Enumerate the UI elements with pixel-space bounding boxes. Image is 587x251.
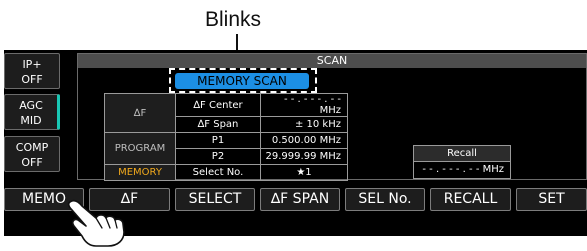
delta-f-span-value: ± 10 kHz [260,116,348,133]
agc-label: AGC [19,99,43,112]
p2-value: 29.999.99 MHz [260,148,348,165]
ip-plus-value: OFF [21,73,43,86]
blinks-caption: Blinks [204,8,262,31]
recall-display: Recall - - . - - - . - - MHz [413,145,511,179]
table-row: MEMORY Select No. ★1 [104,164,348,181]
recall-label: Recall [414,146,510,162]
delta-f-span-button[interactable]: ∆F SPAN [260,188,340,211]
recall-button[interactable]: RECALL [430,188,511,211]
memory-scan-indicator: MEMORY SCAN [175,73,309,89]
comp-label: COMP [15,141,49,154]
sel-no-button[interactable]: SEL No. [345,188,425,211]
recall-frequency: - - . - - - . - - MHz [422,164,504,175]
agc-button[interactable]: AGC MID [4,94,60,130]
tap-hand-icon [67,199,125,247]
comp-value: OFF [21,156,43,169]
p1-label: P1 [175,132,261,149]
scan-settings-table: ∆F ∆F Center - - . - - - . - - MHz ∆F Sp… [104,93,348,181]
p1-value: 0.500.00 MHz [260,132,348,149]
table-row: PROGRAM P1 0.500.00 MHz [104,132,348,165]
delta-f-center-value: - - . - - - . - - MHz [260,93,348,117]
comp-button[interactable]: COMP OFF [4,136,60,172]
p2-label: P2 [175,148,261,165]
select-no-label: Select No. [175,164,261,181]
table-row: ∆F ∆F Center - - . - - - . - - MHz [104,93,348,133]
program-group-label: PROGRAM [104,132,176,165]
blink-highlight-box: MEMORY SCAN [169,68,317,93]
select-button[interactable]: SELECT [175,188,255,211]
delta-f-span-label: ∆F Span [175,116,261,133]
select-no-value: ★1 [260,164,348,181]
ip-plus-label: IP+ [22,58,42,71]
ip-plus-button[interactable]: IP+ OFF [4,53,60,89]
set-button[interactable]: SET [516,188,587,211]
agc-value: MID [20,114,42,127]
scan-title: SCAN [78,54,586,68]
memory-group-label: MEMORY [104,164,176,181]
delta-f-center-label: ∆F Center [175,93,261,117]
delta-f-group-label: ∆F [104,93,176,133]
